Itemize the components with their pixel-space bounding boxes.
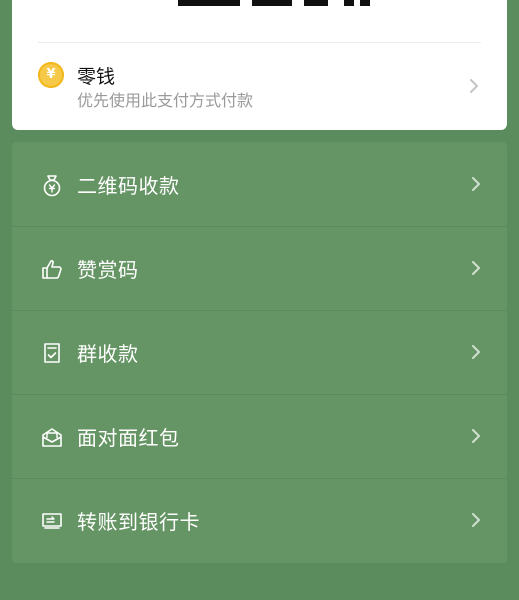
service-item-face-to-face-red-envelope[interactable]: 面对面红包: [12, 394, 507, 478]
service-item-group-receipt[interactable]: 群收款: [12, 310, 507, 394]
service-label: 赞赏码: [77, 258, 139, 282]
service-label: 群收款: [77, 342, 139, 366]
barcode-fragment: [178, 0, 370, 6]
service-item-bank-card-transfer[interactable]: 转账到银行卡: [12, 478, 507, 562]
group-receipt-icon: [44, 343, 60, 363]
service-label: 面对面红包: [77, 426, 180, 450]
service-item-appreciation-code[interactable]: 赞赏码: [12, 226, 507, 310]
chevron-right-icon: [472, 177, 480, 191]
chevron-right-icon: [472, 513, 480, 527]
coin-yuan-icon: ¥: [38, 62, 64, 88]
thumbs-up-icon: [42, 260, 62, 279]
page-bottom-area: [0, 563, 519, 600]
bank-card-transfer-icon: [42, 513, 62, 529]
payment-method-title: 零钱: [77, 66, 116, 88]
chevron-right-icon: [470, 79, 478, 93]
services-panel: 二维码收款 赞赏码 群收款 面对面红包 转账到银行卡: [12, 142, 507, 563]
service-label: 转账到银行卡: [77, 510, 200, 534]
money-bag-icon: [43, 175, 61, 197]
payment-method-subtitle: 优先使用此支付方式付款: [77, 91, 254, 110]
payment-method-row[interactable]: ¥ 零钱 优先使用此支付方式付款: [12, 43, 507, 130]
payment-page: ¥ 零钱 优先使用此支付方式付款 二维码收款 赞赏码 群收款 面对面红包 转账到…: [0, 0, 519, 600]
chevron-right-icon: [472, 429, 480, 443]
service-item-qr-receive[interactable]: 二维码收款: [12, 142, 507, 226]
payment-code-card: ¥ 零钱 优先使用此支付方式付款: [12, 0, 507, 130]
chevron-right-icon: [472, 261, 480, 275]
service-label: 二维码收款: [77, 174, 180, 198]
red-envelope-icon: [42, 428, 62, 447]
chevron-right-icon: [472, 345, 480, 359]
